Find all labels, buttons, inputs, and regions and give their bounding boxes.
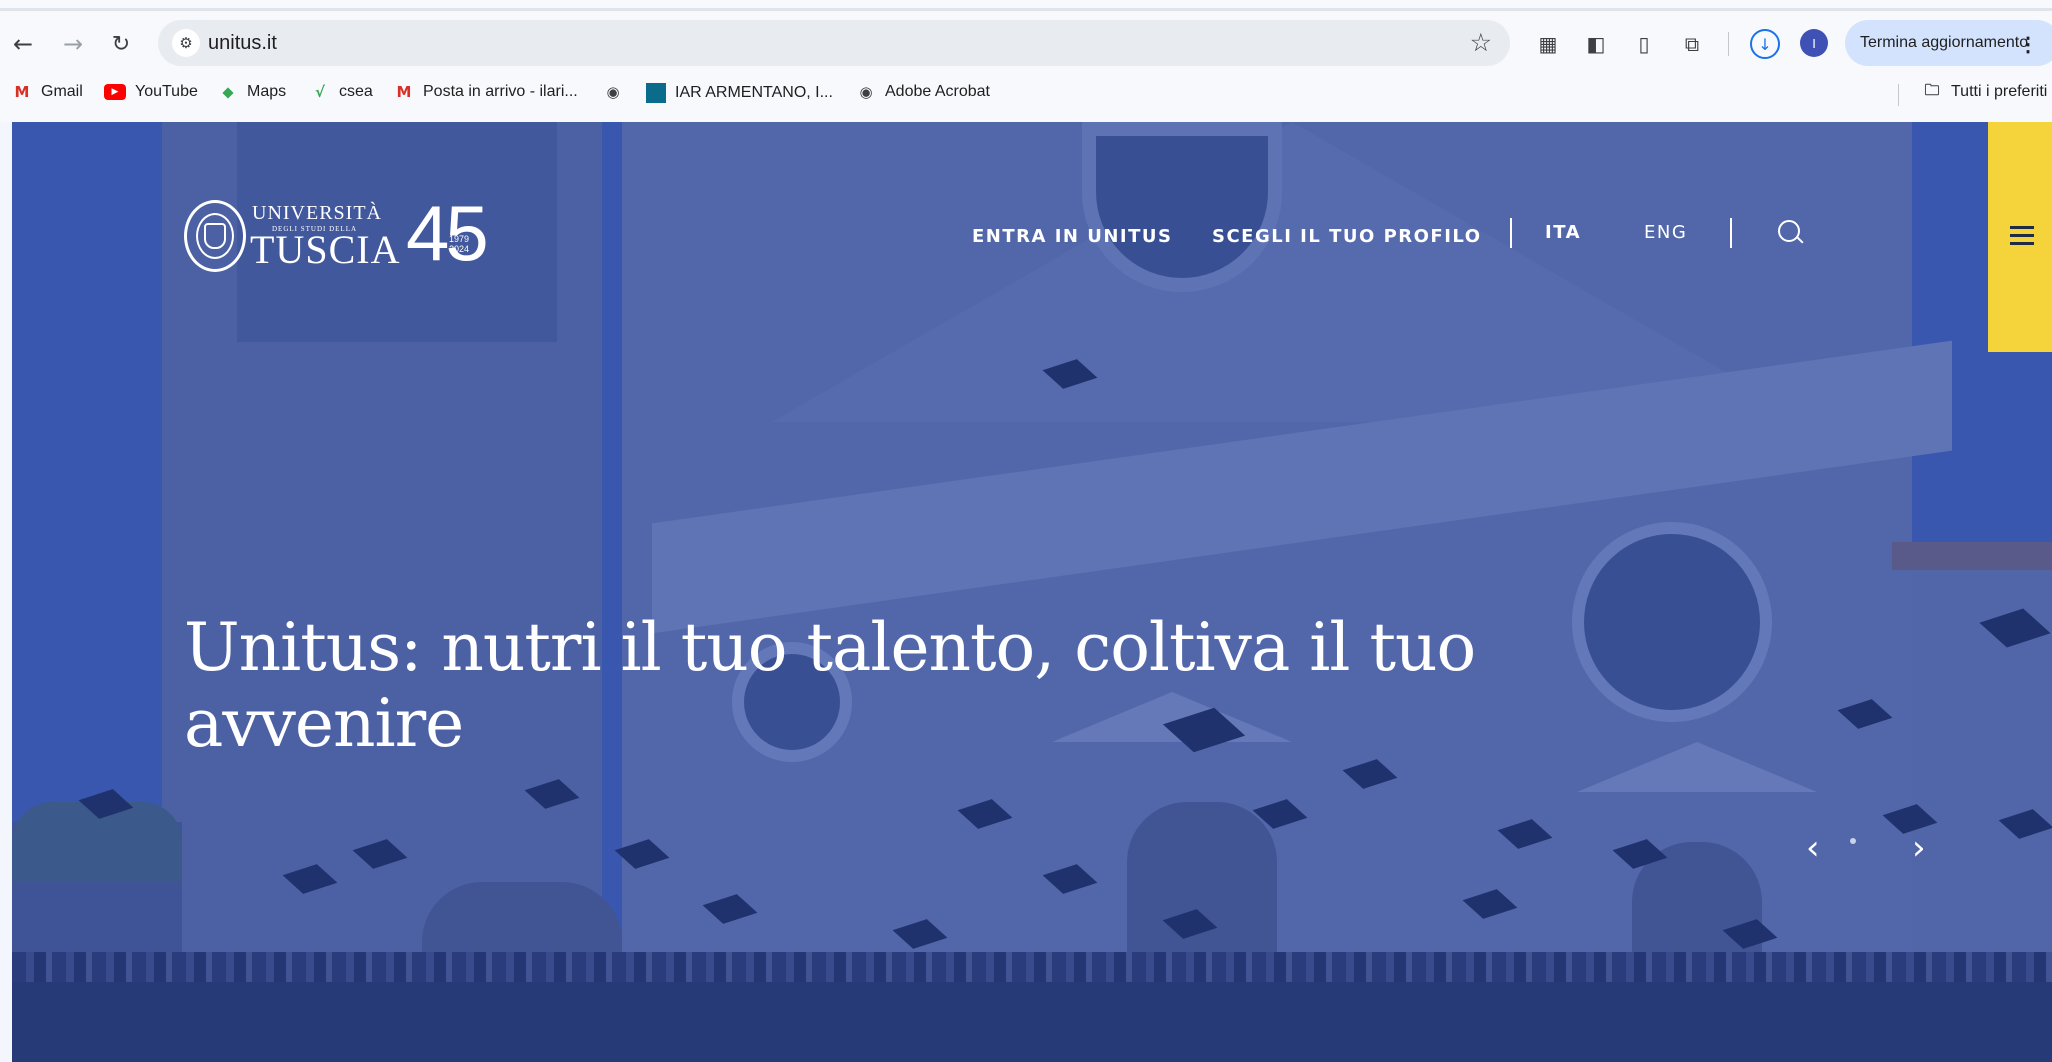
bookmark-youtube[interactable]: ▶ YouTube (104, 83, 198, 101)
update-button-label: Termina aggiornamento (1860, 34, 2029, 51)
globe-icon: ◉ (606, 83, 620, 101)
lang-ita[interactable]: ITA (1545, 222, 1581, 243)
bookmark-label: Gmail (41, 83, 83, 100)
nav-divider (1730, 218, 1732, 248)
carousel-indicator[interactable] (1850, 838, 1856, 844)
bookmark-star-icon[interactable]: ☆ (1470, 28, 1492, 57)
logo-tuscia: TUSCIA (250, 227, 401, 272)
maps-icon: ⬥ (222, 83, 234, 101)
bookmark-globe[interactable]: ◉ (603, 83, 623, 101)
hamburger-icon (2010, 226, 2034, 246)
reading-list-icon[interactable]: ▯ (1630, 30, 1658, 58)
extension-icon[interactable]: ◧ (1582, 30, 1610, 58)
bookmark-label: Posta in arrivo - ilari... (423, 83, 578, 100)
globe-icon: ◉ (859, 83, 873, 101)
gmail-icon: M (396, 83, 412, 101)
back-icon[interactable]: ← (8, 29, 38, 59)
bookmarks-bar: M Gmail ▶ YouTube ⬥ Maps √ csea M Posta … (0, 78, 2052, 110)
bookmark-gmail[interactable]: M Gmail (12, 83, 83, 101)
url-text[interactable]: unitus.it (208, 32, 277, 55)
reload-icon[interactable]: ↻ (106, 29, 136, 59)
carousel-prev-icon[interactable]: ‹ (1806, 828, 1820, 868)
bookmark-maps[interactable]: ⬥ Maps (218, 83, 286, 101)
more-menu-icon[interactable]: ⋮ (2018, 32, 2038, 57)
logo-year-start: 1979 (449, 234, 470, 244)
square-icon (646, 83, 666, 103)
folder-icon: 🗀 (1924, 80, 1940, 99)
toolbar-divider (1728, 32, 1729, 56)
bookmark-posta[interactable]: M Posta in arrivo - ilari... (394, 83, 578, 101)
address-bar[interactable]: ⚙ unitus.it ☆ (158, 20, 1510, 66)
profile-avatar[interactable]: I (1800, 29, 1828, 57)
tab-strip-edge (0, 8, 2052, 11)
browser-chrome: ← → ↻ ⚙ unitus.it ☆ ▦ ◧ ▯ ⧉ ↓ I Termina … (0, 0, 2052, 122)
search-icon[interactable] (1778, 220, 1800, 242)
university-seal-icon (184, 200, 246, 272)
bookmark-label: Adobe Acrobat (885, 83, 990, 100)
bookmark-label: csea (339, 83, 373, 100)
browser-toolbar: ← → ↻ ⚙ unitus.it ☆ ▦ ◧ ▯ ⧉ ↓ I Termina … (0, 16, 2052, 70)
nav-divider (1510, 218, 1512, 248)
carousel-next-icon[interactable]: › (1912, 828, 1926, 868)
csea-icon: √ (314, 83, 325, 101)
extensions-puzzle-icon[interactable]: ⧉ (1678, 30, 1706, 58)
extension-grid-icon[interactable]: ▦ (1534, 30, 1562, 58)
bookmark-iar[interactable]: IAR ARMENTANO, I... (646, 83, 833, 103)
update-button[interactable]: Termina aggiornamento ⋮ (1845, 20, 2052, 66)
menu-button[interactable] (1988, 122, 2052, 352)
site-info-icon[interactable]: ⚙ (172, 29, 200, 57)
logo-anniversary: 45 (406, 189, 489, 277)
bookmark-label: YouTube (135, 83, 198, 100)
nav-enter-unitus[interactable]: ENTRA IN UNITUS (972, 226, 1172, 247)
bookmark-label: Maps (247, 83, 287, 100)
hero-section: UNIVERSITÀ DEGLI STUDI DELLA TUSCIA 45 1… (12, 122, 2052, 1062)
page-viewport: UNIVERSITÀ DEGLI STUDI DELLA TUSCIA 45 1… (12, 122, 2052, 1062)
gmail-icon: M (14, 83, 30, 101)
logo-universita: UNIVERSITÀ (252, 202, 382, 224)
bookmarks-folder[interactable]: 🗀 Tutti i preferiti (1922, 80, 2048, 101)
seal-shield (204, 223, 226, 249)
hero-headline: Unitus: nutri il tuo talento, coltiva il… (184, 609, 1476, 762)
lang-eng[interactable]: ENG (1644, 222, 1687, 243)
forward-icon[interactable]: → (58, 29, 88, 59)
download-icon[interactable]: ↓ (1750, 29, 1780, 59)
youtube-icon: ▶ (104, 84, 126, 100)
bookmark-label: IAR ARMENTANO, I... (675, 84, 833, 101)
logo-year-end: 2024 (449, 244, 470, 254)
bookmarks-divider (1898, 84, 1899, 106)
nav-choose-profile[interactable]: SCEGLI IL TUO PROFILO (1212, 226, 1482, 247)
bookmark-csea[interactable]: √ csea (310, 83, 373, 101)
bookmarks-folder-label: Tutti i preferiti (1951, 83, 2048, 100)
bookmark-acrobat[interactable]: ◉ Adobe Acrobat (856, 83, 990, 101)
university-logo[interactable]: UNIVERSITÀ DEGLI STUDI DELLA TUSCIA 45 1… (184, 189, 489, 277)
logo-years: 1979 2024 (449, 234, 469, 254)
